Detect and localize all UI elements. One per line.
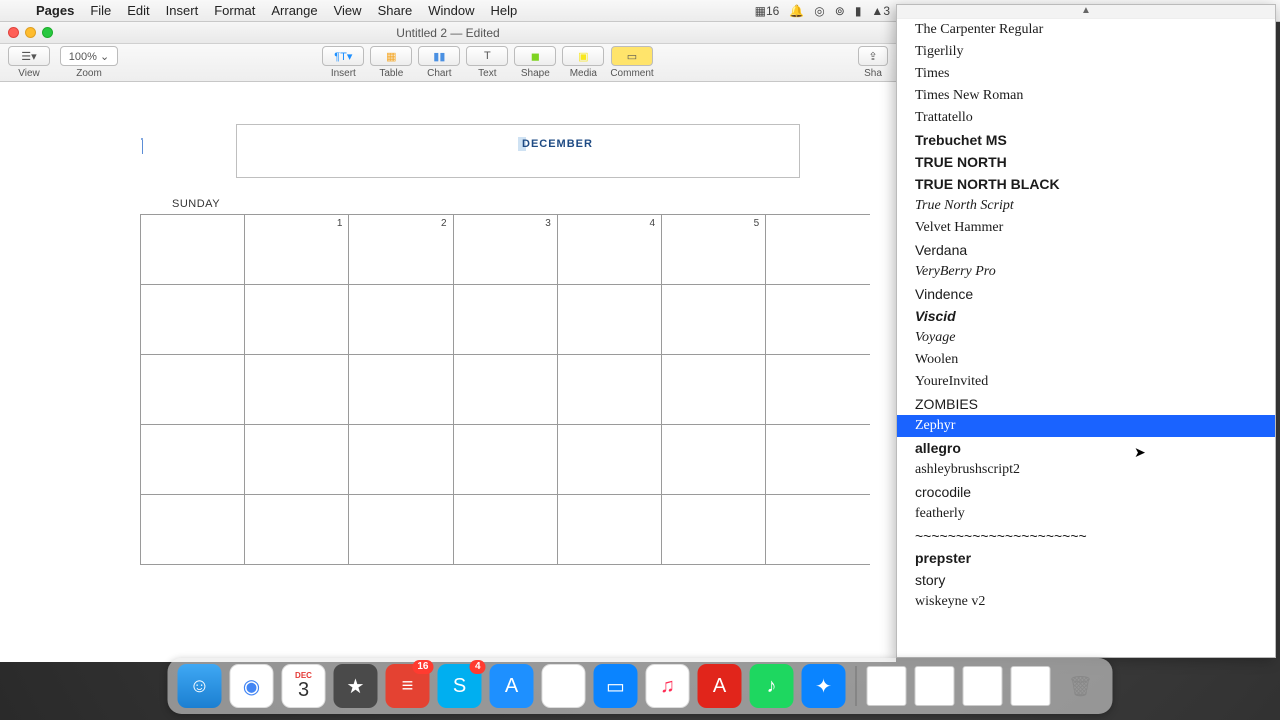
dock-finder-icon[interactable]: ☺: [178, 664, 222, 708]
dock-todoist-icon[interactable]: ≡16: [386, 664, 430, 708]
dock-doc-1[interactable]: [867, 666, 907, 706]
month-label[interactable]: DECEMBER: [518, 137, 526, 151]
font-option[interactable]: VeryBerry Pro: [897, 261, 1275, 283]
bookmark-icon[interactable]: ▮: [855, 4, 862, 18]
dock-appstore-icon[interactable]: A: [490, 664, 534, 708]
font-option[interactable]: wiskeyne v2: [897, 591, 1275, 613]
page: DECEMBER SUNDAY 1 2 3 4 5: [84, 90, 884, 660]
menu-view[interactable]: View: [326, 3, 370, 18]
font-option[interactable]: Times: [897, 63, 1275, 85]
dock-acrobat-icon[interactable]: A: [698, 664, 742, 708]
window-title: Untitled 2 — Edited: [0, 26, 896, 40]
dock-itunes-icon[interactable]: ♫: [646, 664, 690, 708]
table-row: [141, 285, 871, 355]
dock-textedit-icon[interactable]: ✎: [542, 664, 586, 708]
menubar-status: ▦ 16 🔔 ◎ ⊚ ▮ ▲ 3: [755, 4, 890, 18]
chart-button[interactable]: ▮▮Chart: [418, 46, 460, 79]
dock-chrome-icon[interactable]: ◉: [230, 664, 274, 708]
font-dropdown[interactable]: ▲ The Carpenter RegularTigerlilyTimesTim…: [896, 4, 1276, 658]
adobe-icon[interactable]: ▲ 3: [871, 4, 890, 18]
view-button[interactable]: ☰▾View: [8, 46, 50, 79]
dock-doc-4[interactable]: [1011, 666, 1051, 706]
table-row: [141, 495, 871, 565]
table-row: [141, 355, 871, 425]
menu-format[interactable]: Format: [206, 3, 263, 18]
text-cursor: [138, 138, 146, 154]
font-option[interactable]: Vindence: [897, 283, 1275, 305]
font-option[interactable]: story: [897, 569, 1275, 591]
sync-icon[interactable]: ◎: [814, 4, 824, 18]
status-icon[interactable]: ⊚: [835, 4, 845, 18]
font-option[interactable]: TRUE NORTH: [897, 151, 1275, 173]
font-option[interactable]: TRUE NORTH BLACK: [897, 173, 1275, 195]
font-option[interactable]: ZOMBIES: [897, 393, 1275, 415]
calendar-header-box[interactable]: DECEMBER: [236, 124, 800, 178]
dock-trash-icon[interactable]: 🗑: [1059, 664, 1103, 708]
font-option[interactable]: The Carpenter Regular: [897, 19, 1275, 41]
font-option[interactable]: ~~~~~~~~~~~~~~~~~~~~~: [897, 525, 1275, 547]
font-option[interactable]: Zephyr: [897, 415, 1275, 437]
dock-safari-icon[interactable]: ✦: [802, 664, 846, 708]
share-button[interactable]: ⇪Sha: [858, 46, 888, 79]
menu-arrange[interactable]: Arrange: [263, 3, 325, 18]
font-option[interactable]: Times New Roman: [897, 85, 1275, 107]
shape-button[interactable]: ◼Shape: [514, 46, 556, 79]
font-option[interactable]: ashleybrushscript2: [897, 459, 1275, 481]
dock-doc-2[interactable]: [915, 666, 955, 706]
font-option[interactable]: prepster: [897, 547, 1275, 569]
dock-spotify-icon[interactable]: ♪: [750, 664, 794, 708]
insert-button[interactable]: ¶T▾Insert: [322, 46, 364, 79]
toolbar: ☰▾View 100% ⌄Zoom ¶T▾Insert ▦Table ▮▮Cha…: [0, 44, 896, 82]
menu-insert[interactable]: Insert: [158, 3, 207, 18]
table-row: 1 2 3 4 5: [141, 215, 871, 285]
dock-separator: [856, 666, 857, 706]
font-option[interactable]: Voyage: [897, 327, 1275, 349]
font-option[interactable]: Verdana: [897, 239, 1275, 261]
table-button[interactable]: ▦Table: [370, 46, 412, 79]
dock-calendar-icon[interactable]: DEC3: [282, 664, 326, 708]
font-option[interactable]: Trebuchet MS: [897, 129, 1275, 151]
font-option[interactable]: YoureInvited: [897, 371, 1275, 393]
todoist-menubar-icon[interactable]: ▦ 16: [755, 4, 780, 18]
zoom-control[interactable]: 100% ⌄Zoom: [60, 46, 118, 79]
calendar-table[interactable]: 1 2 3 4 5: [140, 214, 870, 565]
menu-help[interactable]: Help: [483, 3, 526, 18]
font-option[interactable]: Trattatello: [897, 107, 1275, 129]
font-option[interactable]: allegro: [897, 437, 1275, 459]
menu-edit[interactable]: Edit: [119, 3, 157, 18]
font-option[interactable]: Woolen: [897, 349, 1275, 371]
dock-doc-3[interactable]: [963, 666, 1003, 706]
font-option[interactable]: Viscid: [897, 305, 1275, 327]
text-button[interactable]: TText: [466, 46, 508, 79]
media-button[interactable]: ▣Media: [562, 46, 604, 79]
menu-window[interactable]: Window: [420, 3, 482, 18]
comment-button[interactable]: ▭Comment: [610, 46, 653, 79]
pages-window: Untitled 2 — Edited ☰▾View 100% ⌄Zoom ¶T…: [0, 22, 896, 662]
font-option[interactable]: True North Script: [897, 195, 1275, 217]
scroll-up-arrow[interactable]: ▲: [897, 5, 1275, 19]
font-option[interactable]: Tigerlily: [897, 41, 1275, 63]
font-option[interactable]: featherly: [897, 503, 1275, 525]
dock-imovie-icon[interactable]: ★: [334, 664, 378, 708]
dock-skype-icon[interactable]: S4: [438, 664, 482, 708]
document-canvas[interactable]: DECEMBER SUNDAY 1 2 3 4 5: [0, 82, 896, 662]
menu-share[interactable]: Share: [370, 3, 421, 18]
day-label-sunday: SUNDAY: [172, 198, 220, 210]
app-name[interactable]: Pages: [28, 3, 82, 18]
table-row: [141, 425, 871, 495]
dock-keynote-icon[interactable]: ▭: [594, 664, 638, 708]
dock[interactable]: ☺ ◉ DEC3 ★ ≡16 S4 A ✎ ▭ ♫ A ♪ ✦ 🗑: [168, 658, 1113, 714]
titlebar[interactable]: Untitled 2 — Edited: [0, 22, 896, 44]
notification-icon[interactable]: 🔔: [789, 4, 804, 18]
font-option[interactable]: Velvet Hammer: [897, 217, 1275, 239]
font-option[interactable]: crocodile: [897, 481, 1275, 503]
menu-file[interactable]: File: [82, 3, 119, 18]
